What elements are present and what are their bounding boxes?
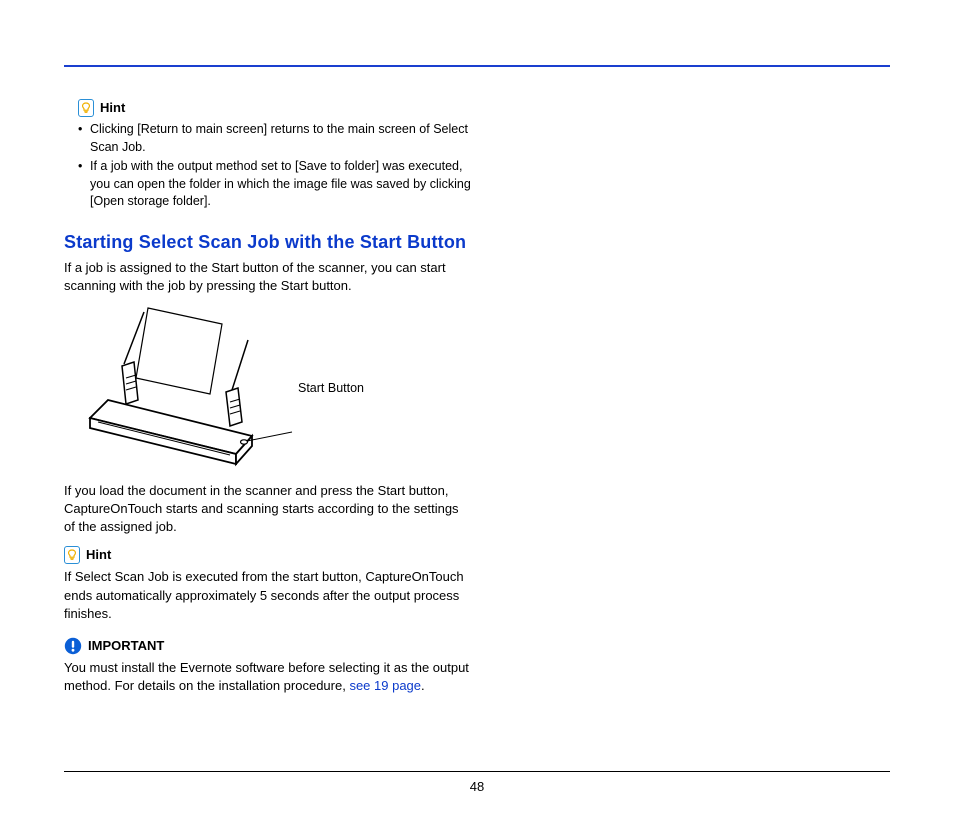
section-heading: Starting Select Scan Job with the Start … [64, 231, 471, 254]
list-item: If a job with the output method set to [… [78, 158, 471, 211]
hint-bullet-list: Clicking [Return to main screen] returns… [78, 121, 471, 211]
page-footer: 48 [64, 771, 890, 796]
after-figure-text: If you load the document in the scanner … [64, 482, 471, 537]
lightbulb-icon [64, 546, 80, 564]
lightbulb-icon [78, 99, 94, 117]
section-intro: If a job is assigned to the Start button… [64, 259, 471, 295]
hint-header: Hint [78, 99, 471, 117]
hint-text: If Select Scan Job is executed from the … [64, 568, 471, 623]
hint-header: Hint [64, 546, 471, 564]
see-page-link[interactable]: see 19 page [349, 678, 421, 693]
header-rule [64, 65, 890, 67]
page-number: 48 [470, 779, 484, 794]
alert-icon [64, 637, 82, 655]
document-page: Hint Clicking [Return to main screen] re… [0, 0, 954, 818]
scanner-illustration-icon [64, 304, 294, 474]
hint-label: Hint [86, 546, 111, 564]
important-header: IMPORTANT [64, 637, 471, 655]
hint-block: Hint If Select Scan Job is executed from… [64, 546, 471, 623]
figure-label: Start Button [298, 380, 364, 398]
hint-label: Hint [100, 99, 125, 117]
footer-rule [64, 771, 890, 772]
content-column: Hint Clicking [Return to main screen] re… [64, 99, 471, 695]
important-label: IMPORTANT [88, 637, 164, 655]
list-item: Clicking [Return to main screen] returns… [78, 121, 471, 156]
scanner-figure: Start Button [64, 304, 471, 474]
important-text-after: . [421, 678, 425, 693]
important-text: You must install the Evernote software b… [64, 659, 471, 695]
